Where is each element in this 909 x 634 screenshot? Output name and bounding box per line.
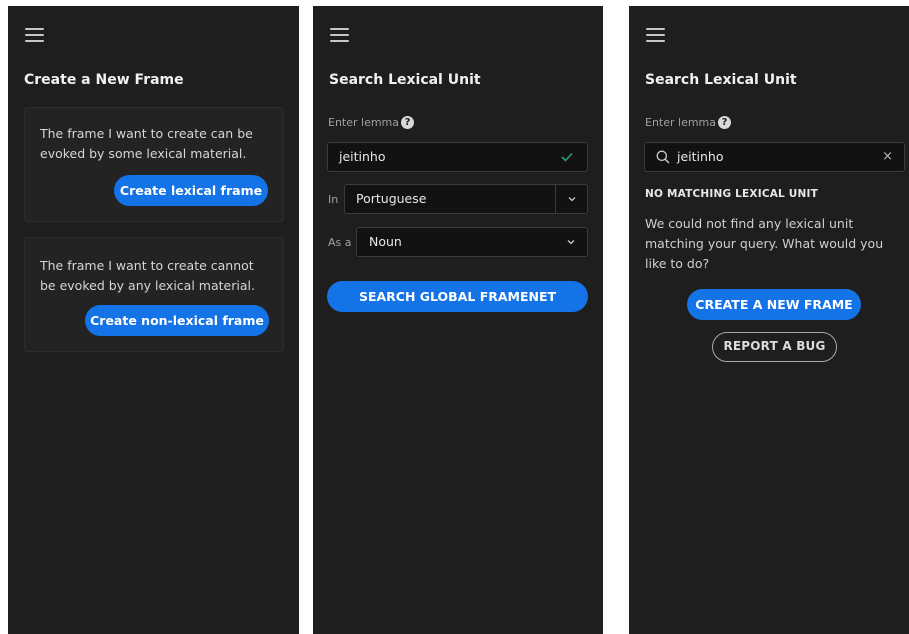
lexical-frame-card: The frame I want to create can be evoked…: [24, 107, 284, 222]
help-icon[interactable]: ?: [401, 116, 414, 129]
hamburger-menu-icon[interactable]: [330, 28, 349, 43]
language-select-value: Portuguese: [356, 191, 427, 206]
create-lexical-frame-button[interactable]: Create lexical frame: [114, 175, 268, 206]
page-title: Create a New Frame: [24, 72, 184, 88]
pos-select-value: Noun: [369, 234, 402, 249]
no-match-panel: Search Lexical Unit Enter lemma ? jeitin…: [629, 6, 909, 634]
lemma-input[interactable]: jeitinho: [327, 142, 588, 172]
create-frame-panel: Create a New Frame The frame I want to c…: [8, 6, 299, 634]
search-input[interactable]: jeitinho ×: [644, 142, 905, 172]
lexical-frame-description: The frame I want to create can be evoked…: [40, 126, 253, 161]
page-title: Search Lexical Unit: [645, 72, 797, 88]
lemma-input-value: jeitinho: [339, 149, 386, 164]
pos-select[interactable]: Noun: [356, 227, 588, 257]
chevron-down-icon[interactable]: [568, 195, 576, 203]
search-input-value: jeitinho: [677, 149, 724, 164]
help-icon[interactable]: ?: [718, 116, 731, 129]
pos-label: As a: [328, 236, 352, 249]
create-nonlexical-frame-button[interactable]: Create non-lexical frame: [85, 305, 269, 336]
nonlexical-frame-description: The frame I want to create cannot be evo…: [40, 258, 255, 293]
search-global-framenet-button[interactable]: SEARCH GLOBAL FRAMENET: [327, 281, 588, 312]
lemma-label: Enter lemma: [645, 116, 717, 129]
nonlexical-frame-card: The frame I want to create cannot be evo…: [24, 237, 284, 352]
hamburger-menu-icon[interactable]: [25, 28, 44, 43]
checkmark-icon: [561, 152, 573, 162]
no-match-title: NO MATCHING LEXICAL UNIT: [645, 188, 818, 200]
hamburger-menu-icon[interactable]: [646, 28, 665, 43]
language-select[interactable]: Portuguese: [344, 184, 588, 214]
chevron-down-icon[interactable]: [567, 238, 575, 246]
no-match-description: We could not find any lexical unit match…: [645, 216, 884, 271]
clear-icon[interactable]: ×: [882, 143, 893, 171]
create-new-frame-button[interactable]: CREATE A NEW FRAME: [687, 289, 861, 320]
language-label: In: [328, 193, 339, 206]
report-bug-button[interactable]: REPORT A BUG: [712, 332, 837, 362]
select-divider: [555, 185, 556, 213]
search-icon: [656, 150, 670, 164]
search-lexical-unit-panel: Search Lexical Unit Enter lemma ? jeitin…: [313, 6, 603, 634]
page-title: Search Lexical Unit: [329, 72, 481, 88]
lemma-label: Enter lemma: [328, 116, 400, 129]
